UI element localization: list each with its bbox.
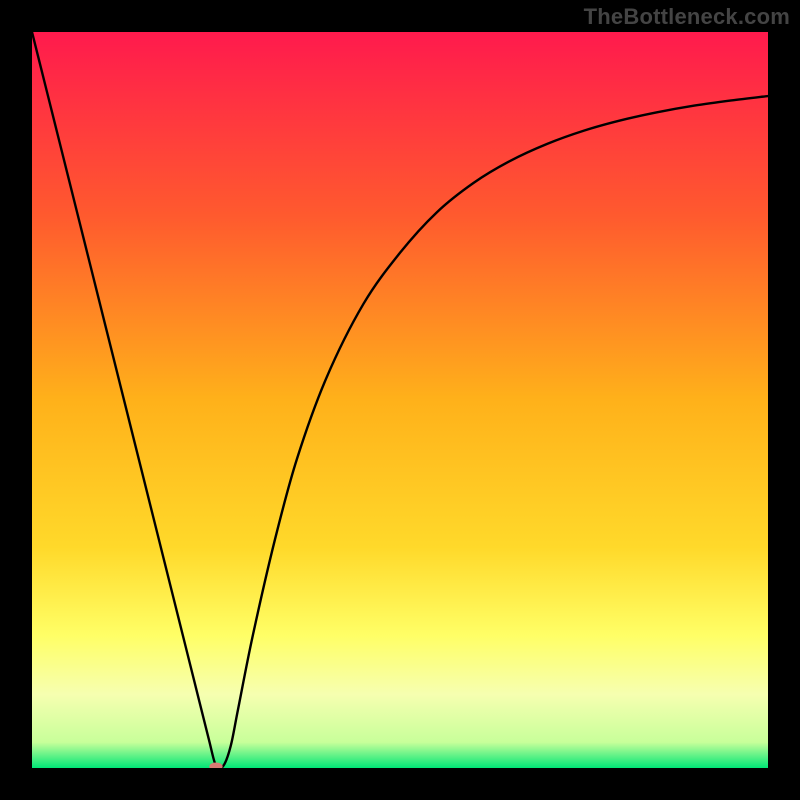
chart-frame: TheBottleneck.com: [0, 0, 800, 800]
watermark-text: TheBottleneck.com: [584, 4, 790, 30]
plot-area: [32, 32, 768, 768]
chart-svg: [32, 32, 768, 768]
gradient-background: [32, 32, 768, 768]
